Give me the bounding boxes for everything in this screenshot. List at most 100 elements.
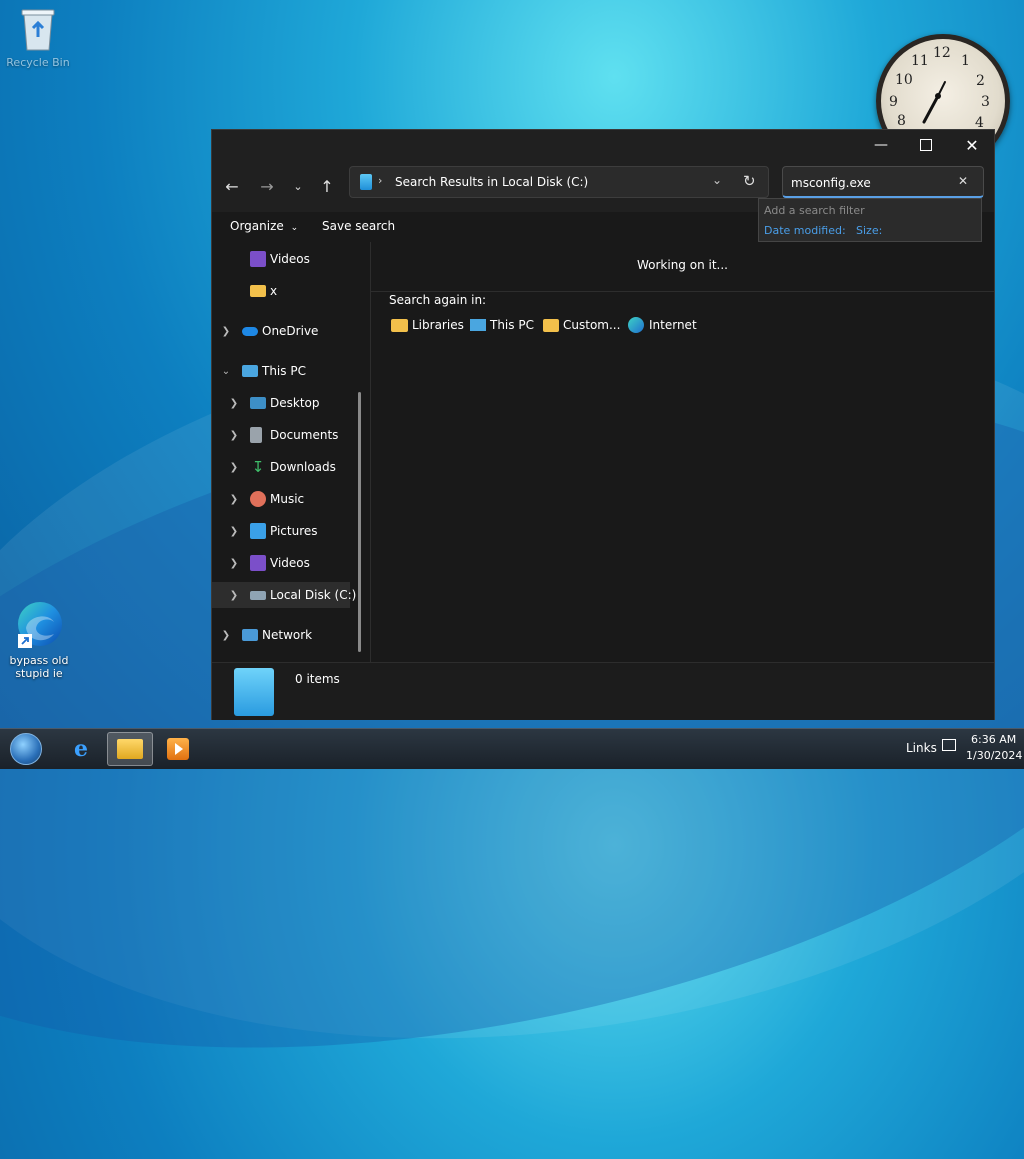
pictures-icon	[250, 523, 266, 539]
recent-locations-button[interactable]: ⌄	[286, 174, 310, 198]
sidebar-item-pictures[interactable]: ❯ Pictures	[212, 518, 350, 544]
search-again-libraries[interactable]: Libraries	[391, 315, 464, 335]
folder-icon	[117, 739, 143, 759]
back-button[interactable]: ←	[220, 174, 244, 198]
sidebar-item-label: Desktop	[270, 396, 320, 410]
search-again-internet[interactable]: Internet	[628, 315, 697, 335]
this-pc-icon	[242, 365, 258, 377]
recycle-bin-label: Recycle Bin	[6, 56, 70, 69]
navigation-pane[interactable]: Videos x ❯ OneDrive ⌄ This PC ❯ Desktop …	[212, 242, 371, 662]
chevron-down-icon: ⌄	[290, 223, 299, 233]
address-bar[interactable]: › Search Results in Local Disk (C:) ⌄ ↻	[349, 166, 769, 198]
chevron-right-icon[interactable]: ❯	[220, 630, 232, 641]
sidebar-item-downloads[interactable]: ❯ ↧ Downloads	[212, 454, 350, 480]
item-count: 0 items	[295, 672, 340, 686]
sidebar-scrollbar[interactable]	[358, 392, 361, 652]
chevron-right-icon[interactable]: ❯	[220, 326, 232, 337]
sidebar-item-music[interactable]: ❯ Music	[212, 486, 350, 512]
close-button[interactable]: ✕	[957, 134, 987, 156]
chevron-right-icon[interactable]: ❯	[228, 494, 240, 505]
search-again-label-text: Custom...	[563, 318, 621, 332]
minimize-button[interactable]: —	[866, 134, 896, 156]
sidebar-item-videos-2[interactable]: ❯ Videos	[212, 550, 350, 576]
search-again-label-text: This PC	[490, 318, 534, 332]
sidebar-item-label: Music	[270, 492, 305, 506]
close-icon: ✕	[965, 135, 979, 155]
address-text[interactable]: Search Results in Local Disk (C:)	[395, 175, 588, 189]
search-input[interactable]	[789, 173, 953, 193]
save-search-button[interactable]: Save search	[322, 219, 395, 233]
taskbar-internet-explorer[interactable]: e	[58, 732, 104, 766]
chevron-right-icon[interactable]: ❯	[228, 590, 240, 601]
desktop-icon	[250, 397, 266, 409]
up-button[interactable]: ↑	[315, 174, 339, 198]
address-dropdown-icon[interactable]: ⌄	[712, 173, 722, 187]
sidebar-item-local-disk[interactable]: ❯ Local Disk (C:)	[212, 582, 356, 608]
videos-icon	[250, 555, 266, 571]
taskbar-file-explorer[interactable]	[107, 732, 153, 766]
working-status: Working on it...	[636, 258, 728, 272]
edge-shortcut[interactable]: bypass old stupid ie	[1, 600, 77, 680]
sidebar-item-documents[interactable]: ❯ Documents	[212, 422, 350, 448]
edge-icon	[628, 317, 644, 333]
network-tray-icon[interactable]	[942, 739, 956, 751]
filter-date-modified[interactable]: Date modified:	[764, 224, 846, 237]
taskbar-media-player[interactable]	[155, 732, 201, 766]
recycle-bin-shortcut[interactable]: Recycle Bin	[0, 6, 76, 69]
results-pane[interactable]: Working on it... Search again in: Librar…	[371, 242, 994, 662]
edge-shortcut-label: bypass old stupid ie	[9, 654, 69, 681]
music-icon	[250, 491, 266, 507]
title-bar[interactable]: — ✕	[212, 130, 994, 160]
search-again-label-text: Internet	[649, 318, 697, 332]
sidebar-item-label: Videos	[270, 556, 310, 570]
search-again-label-text: Libraries	[412, 318, 464, 332]
search-filter-title: Add a search filter	[764, 204, 865, 217]
breadcrumb-chevron-icon: ›	[378, 174, 383, 187]
sidebar-item-network[interactable]: ❯ Network	[212, 622, 350, 648]
sidebar-item-label: Local Disk (C:)	[270, 588, 357, 602]
sidebar-item-label: x	[270, 284, 278, 298]
sidebar-item-onedrive[interactable]: ❯ OneDrive	[212, 318, 350, 344]
search-box[interactable]: ✕	[782, 166, 984, 198]
organize-label: Organize	[230, 219, 284, 233]
search-again-this-pc[interactable]: This PC	[470, 315, 534, 335]
media-player-icon	[167, 738, 189, 760]
search-again-label: Search again in:	[389, 293, 487, 307]
search-again-custom[interactable]: Custom...	[543, 315, 620, 335]
search-filter-dropdown: Add a search filter Date modified: Size:	[758, 198, 982, 242]
chevron-right-icon[interactable]: ❯	[228, 462, 240, 473]
sidebar-item-desktop[interactable]: ❯ Desktop	[212, 390, 350, 416]
chevron-right-icon[interactable]: ❯	[228, 526, 240, 537]
start-button[interactable]	[3, 732, 49, 766]
sidebar-item-label: Network	[262, 628, 313, 642]
sidebar-item-x[interactable]: x	[212, 278, 350, 304]
recycle-bin-icon	[20, 6, 56, 52]
clock-date[interactable]: 1/30/2024	[966, 749, 1022, 762]
network-icon	[242, 629, 258, 641]
folder-icon	[391, 318, 408, 332]
sidebar-item-this-pc[interactable]: ⌄ This PC	[212, 358, 350, 384]
windows-orb-icon	[10, 733, 42, 765]
clear-search-icon[interactable]: ✕	[958, 174, 968, 188]
custom-folder-icon	[543, 318, 559, 332]
links-toolbar[interactable]: Links	[906, 741, 937, 755]
details-bar: 0 items	[212, 662, 994, 720]
maximize-icon	[920, 139, 932, 151]
chevron-right-icon[interactable]: ❯	[228, 398, 240, 409]
internet-explorer-icon: e	[74, 736, 88, 762]
chevron-right-icon[interactable]: ❯	[228, 430, 240, 441]
sidebar-item-videos[interactable]: Videos	[212, 246, 350, 272]
filter-size[interactable]: Size:	[856, 224, 882, 237]
edge-icon	[14, 600, 64, 650]
chevron-right-icon[interactable]: ❯	[228, 558, 240, 569]
refresh-icon[interactable]: ↻	[743, 172, 756, 190]
chevron-down-icon[interactable]: ⌄	[220, 366, 232, 377]
arrow-right-icon: →	[260, 176, 274, 196]
sidebar-item-label: Documents	[270, 428, 339, 442]
clock-time[interactable]: 6:36 AM	[971, 733, 1016, 746]
organize-button[interactable]: Organize ⌄	[230, 219, 298, 233]
onedrive-icon	[242, 327, 258, 336]
maximize-button[interactable]	[911, 134, 941, 156]
chevron-down-icon: ⌄	[293, 179, 303, 193]
forward-button[interactable]: →	[255, 174, 279, 198]
